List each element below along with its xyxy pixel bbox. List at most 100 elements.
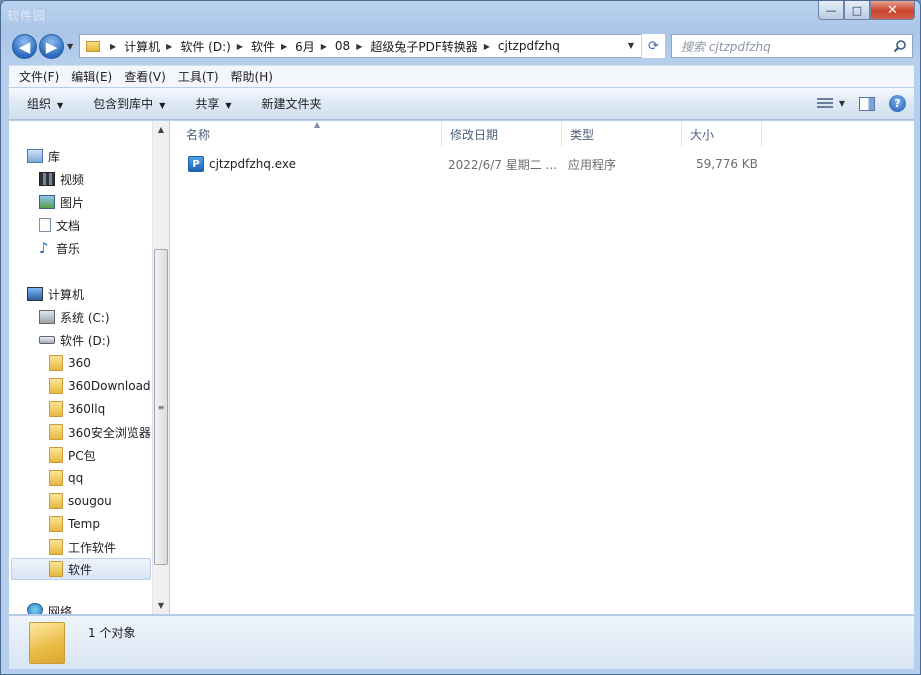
- sidebar-folder-work-software[interactable]: 工作软件: [49, 536, 116, 558]
- organize-label: 组织: [27, 97, 52, 111]
- help-icon[interactable]: ?: [889, 95, 906, 112]
- view-options-dropdown-icon[interactable]: ▼: [839, 99, 845, 108]
- column-header-modified[interactable]: 修改日期: [442, 121, 562, 147]
- navigation-pane: 库 视频 图片 文档 ♪ 音乐 计算机 系统 (C:) 软件 (D:) 360 …: [9, 121, 169, 614]
- menu-view[interactable]: 查看(V): [118, 68, 172, 85]
- address-bar[interactable]: ▶ 计算机 ▶ 软件 (D:) ▶ 软件 ▶ 6月 ▶ 08 ▶ 超级兔子PDF…: [79, 34, 665, 58]
- chevron-right-icon[interactable]: ▶: [237, 42, 243, 51]
- column-header-type[interactable]: 类型: [562, 121, 682, 147]
- navigation-scrollbar[interactable]: ▲ ≡ ▼: [152, 121, 169, 614]
- sidebar-item-label: 音乐: [56, 241, 81, 256]
- maximize-button[interactable]: □: [844, 1, 870, 20]
- forward-button[interactable]: ▶: [39, 34, 64, 59]
- breadcrumb-drive-d[interactable]: 软件 (D:): [180, 38, 230, 55]
- navigation-row: ◀ ▶ ▼ ▶ 计算机 ▶ 软件 (D:) ▶ 软件 ▶ 6月 ▶ 08 ▶ 超…: [1, 32, 920, 62]
- chevron-down-icon: ▼: [57, 101, 64, 110]
- sidebar-folder-qq[interactable]: qq: [49, 467, 83, 489]
- sidebar-item-pictures[interactable]: 图片: [39, 191, 84, 213]
- chevron-right-icon[interactable]: ▶: [166, 42, 172, 51]
- sidebar-item-music[interactable]: ♪ 音乐: [39, 237, 80, 259]
- breadcrumb-computer[interactable]: 计算机: [124, 38, 160, 55]
- sidebar-item-label: 软件 (D:): [60, 333, 111, 348]
- sidebar-folder-temp[interactable]: Temp: [49, 513, 100, 535]
- breadcrumb-pdf-converter[interactable]: 超级兔子PDF转换器: [370, 38, 477, 55]
- sidebar-item-label: 图片: [60, 195, 85, 210]
- new-folder-button[interactable]: 新建文件夹: [262, 95, 322, 112]
- folder-icon: [49, 355, 63, 371]
- recent-pages-dropdown-icon[interactable]: ▼: [67, 42, 73, 51]
- organize-button[interactable]: 组织 ▼: [27, 95, 63, 112]
- chevron-right-icon[interactable]: ▶: [356, 42, 362, 51]
- breadcrumb-software[interactable]: 软件: [251, 38, 275, 55]
- breadcrumb-08[interactable]: 08: [335, 39, 350, 53]
- scroll-down-icon[interactable]: ▼: [153, 597, 169, 614]
- sidebar-item-network[interactable]: 网络: [27, 603, 72, 614]
- sidebar-item-label: 360: [68, 356, 91, 370]
- system-drive-icon: [39, 310, 55, 324]
- breadcrumb-current[interactable]: cjtzpdfzhq: [498, 39, 560, 53]
- folder-icon: [49, 378, 63, 394]
- sidebar-item-label: 文档: [56, 218, 81, 233]
- sidebar-item-drive-d[interactable]: 软件 (D:): [39, 329, 110, 351]
- item-count: 1 个对象: [88, 626, 136, 640]
- file-modified: 2022/6/7 星期二 ...: [448, 157, 557, 172]
- address-history-dropdown-icon[interactable]: ▼: [628, 41, 634, 50]
- search-icon[interactable]: [893, 39, 907, 53]
- sidebar-folder-pc-pack[interactable]: PC包: [49, 444, 96, 466]
- sidebar-folder-360[interactable]: 360: [49, 352, 91, 374]
- file-name-cell: P cjtzpdfzhq.exe: [188, 151, 296, 177]
- sidebar-item-drive-c[interactable]: 系统 (C:): [39, 306, 110, 328]
- include-in-library-button[interactable]: 包含到库中 ▼: [93, 95, 165, 112]
- chevron-right-icon[interactable]: ▶: [321, 42, 327, 51]
- sidebar-item-label: 工作软件: [68, 540, 117, 555]
- include-library-label: 包含到库中: [93, 97, 154, 111]
- back-button[interactable]: ◀: [12, 34, 37, 59]
- change-view-icon[interactable]: [816, 97, 833, 110]
- sidebar-item-computer[interactable]: 计算机: [27, 283, 84, 305]
- sidebar-folder-sougou[interactable]: sougou: [49, 490, 112, 512]
- breadcrumb-june[interactable]: 6月: [295, 38, 315, 55]
- picture-library-icon: [39, 195, 55, 209]
- menu-file[interactable]: 文件(F): [13, 68, 65, 85]
- sidebar-item-label: qq: [68, 471, 84, 485]
- menu-edit[interactable]: 编辑(E): [65, 68, 118, 85]
- preview-pane-icon[interactable]: [859, 96, 875, 111]
- title-bar: 软件园 — □ ✕: [1, 1, 920, 29]
- folder-icon: [49, 447, 63, 463]
- sidebar-folder-360download[interactable]: 360Download: [49, 375, 151, 397]
- scroll-up-icon[interactable]: ▲: [153, 121, 169, 138]
- sidebar-item-label: 网络: [48, 605, 73, 614]
- sidebar-item-videos[interactable]: 视频: [39, 168, 84, 190]
- column-header-size[interactable]: 大小: [682, 121, 762, 147]
- sidebar-item-label: 软件: [68, 562, 93, 577]
- sidebar-folder-360-browser[interactable]: 360安全浏览器: [49, 421, 151, 443]
- sidebar-item-label: 库: [48, 149, 61, 164]
- share-button[interactable]: 共享 ▼: [195, 95, 231, 112]
- refresh-button[interactable]: ⟳: [641, 34, 665, 58]
- menu-bar: 文件(F) 编辑(E) 查看(V) 工具(T) 帮助(H): [9, 65, 914, 87]
- close-button[interactable]: ✕: [870, 1, 915, 20]
- sidebar-folder-software-selected[interactable]: 软件: [11, 558, 151, 580]
- sidebar-item-documents[interactable]: 文档: [39, 214, 80, 236]
- chevron-down-icon: ▼: [225, 101, 232, 110]
- scrollbar-thumb[interactable]: ≡: [154, 249, 168, 565]
- library-icon: [27, 149, 43, 163]
- column-header-name[interactable]: ▲ 名称: [178, 120, 442, 147]
- chevron-right-icon[interactable]: ▶: [484, 42, 490, 51]
- menu-help[interactable]: 帮助(H): [225, 68, 279, 85]
- menu-tools[interactable]: 工具(T): [172, 68, 225, 85]
- sidebar-item-label: 360Download: [68, 379, 151, 393]
- column-header-label: 名称: [186, 127, 211, 142]
- chevron-right-icon[interactable]: ▶: [281, 42, 287, 51]
- file-type: 应用程序: [568, 157, 617, 172]
- sidebar-item-label: sougou: [68, 494, 112, 508]
- chevron-right-icon[interactable]: ▶: [110, 42, 116, 51]
- sidebar-folder-360llq[interactable]: 360llq: [49, 398, 105, 420]
- sidebar-item-libraries[interactable]: 库: [27, 145, 60, 167]
- computer-icon: [27, 287, 43, 301]
- search-input[interactable]: 搜索 cjtzpdfzhq: [671, 34, 913, 58]
- sidebar-item-label: PC包: [68, 448, 96, 463]
- table-row[interactable]: P cjtzpdfzhq.exe 2022/6/7 星期二 ... 应用程序 5…: [170, 151, 914, 177]
- file-name: cjtzpdfzhq.exe: [209, 157, 297, 171]
- minimize-button[interactable]: —: [818, 1, 844, 20]
